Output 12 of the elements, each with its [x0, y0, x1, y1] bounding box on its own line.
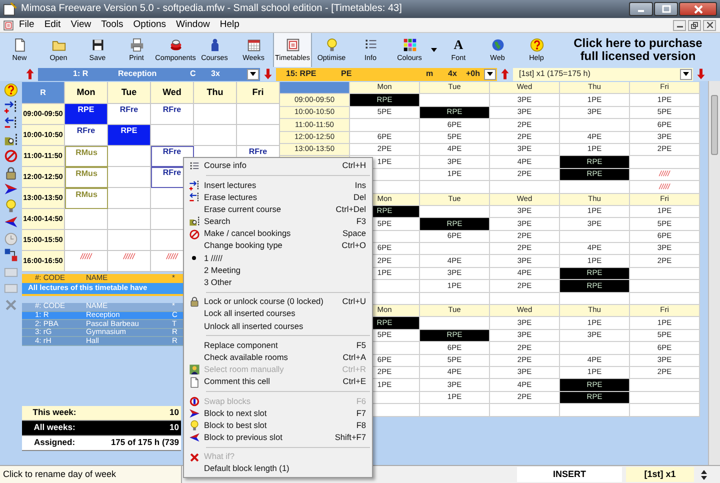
font-icon: A	[454, 38, 464, 52]
stat-label: All weeks:	[22, 421, 87, 436]
stat-label: This week:	[22, 406, 87, 421]
stat-value: 175 of 175 h (739	[87, 436, 181, 451]
grid-header: R	[22, 82, 65, 104]
window-title: Mimosa Freeware Version 5.0 - softpedia.mfw - Small school edition - [Timetables: 43]	[21, 3, 402, 15]
status-text: Click to rename day of week	[0, 466, 182, 483]
mode-indicator: INSERT	[517, 467, 622, 482]
stat-label: Assigned:	[22, 436, 87, 451]
stat-value: 10	[87, 421, 181, 436]
week-indicator: [1st] x1	[626, 467, 694, 482]
stat-value: 10	[87, 406, 181, 421]
